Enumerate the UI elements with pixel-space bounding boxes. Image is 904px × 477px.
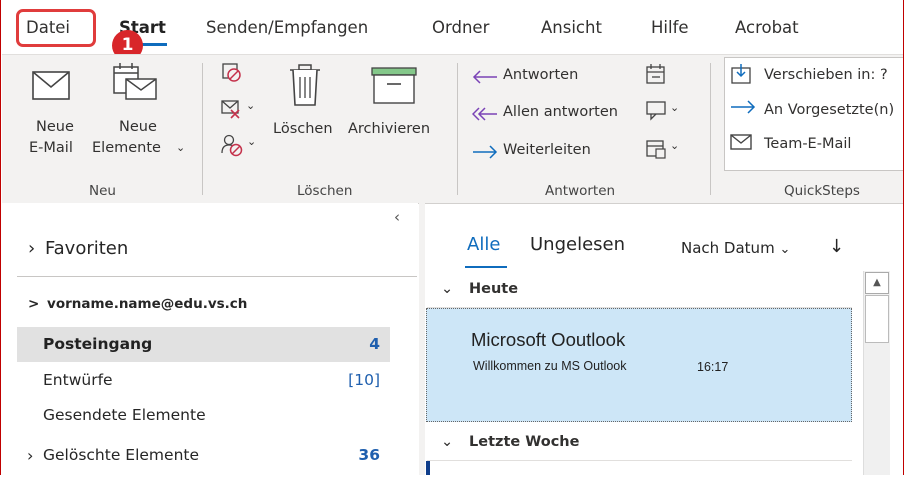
tab-hilfe[interactable]: Hilfe [651, 18, 689, 37]
junk-icon[interactable] [220, 133, 244, 157]
reply-button[interactable]: Antworten [472, 67, 622, 91]
delete-button[interactable]: Löschen [273, 121, 333, 137]
envelope-icon [730, 134, 752, 150]
account-label: vorname.name@edu.vs.ch [47, 296, 248, 312]
sort-dropdown[interactable]: Nach Datum ⌄ [681, 239, 790, 257]
reply-all-arrow-icon [472, 107, 497, 121]
separator [202, 63, 203, 195]
group-header-today[interactable]: ⌄ Heute [427, 272, 852, 308]
sort-label: Nach Datum [681, 239, 775, 257]
chevron-down-icon[interactable]: ⌄ [670, 101, 679, 114]
im-reply-icon[interactable] [645, 99, 667, 121]
more-respond-icon[interactable] [645, 137, 667, 159]
group-label-quicksteps: QuickSteps [784, 183, 860, 199]
reply-all-label: Allen antworten [503, 104, 618, 120]
chevron-down-icon[interactable]: ⌄ [247, 135, 256, 148]
quickstep-team[interactable]: Team-E-Mail [728, 132, 903, 158]
pane-splitter[interactable] [419, 203, 425, 475]
forward-arrow-icon [473, 145, 498, 159]
chevron-down-icon[interactable]: ⌄ [670, 139, 679, 152]
archive-button[interactable]: Archivieren [348, 121, 430, 137]
chevron-right-icon: › [27, 446, 34, 465]
quickstep-move-label: Verschieben in: ? [764, 67, 888, 83]
new-items-label-1: Neue [119, 119, 157, 135]
filter-all[interactable]: Alle [467, 234, 500, 255]
sort-direction-arrow-icon[interactable]: ↓ [829, 236, 844, 257]
new-items-icon[interactable] [112, 61, 160, 101]
ignore-icon[interactable] [220, 61, 242, 83]
trash-icon[interactable] [287, 63, 323, 107]
unread-indicator [426, 461, 430, 475]
new-email-label-2: E-Mail [29, 140, 73, 156]
favorites-header[interactable]: › Favoriten [28, 238, 128, 259]
folder-name: Posteingang [43, 335, 153, 353]
ribbon: Neue E-Mail Neue Elemente ⌄ Neu ⌄ ⌄ Lösc… [2, 54, 903, 204]
quickstep-team-label: Team-E-Mail [764, 136, 852, 152]
chevron-down-icon[interactable]: ⌄ [246, 99, 255, 112]
scrollbar[interactable]: ▲ [863, 271, 890, 475]
group-label-new: Neu [89, 183, 116, 199]
envelope-icon [32, 71, 70, 100]
chevron-down-icon[interactable]: ⌄ [176, 141, 185, 154]
tab-acrobat[interactable]: Acrobat [735, 18, 799, 37]
quickstep-manager-label: An Vorgesetzte(n) [764, 102, 895, 118]
reply-arrow-icon [472, 70, 497, 84]
group-label-delete: Löschen [297, 183, 353, 199]
chevron-down-icon: ⌄ [441, 281, 454, 297]
folder-name: Gelöschte Elemente [43, 446, 200, 464]
meeting-icon[interactable] [645, 63, 667, 85]
group-header-last-week[interactable]: ⌄ Letzte Woche [427, 425, 852, 461]
separator [457, 63, 458, 195]
collapse-pane-icon[interactable]: ‹ [394, 208, 400, 226]
tab-ordner[interactable]: Ordner [432, 18, 489, 37]
divider [17, 276, 417, 277]
mail-sender: Microsoft Ooutlook [471, 329, 626, 350]
unread-count: 4 [369, 335, 380, 353]
cleanup-icon[interactable] [220, 97, 242, 119]
folder-inbox[interactable]: Posteingang 4 [17, 327, 390, 362]
favorites-label: Favoriten [44, 238, 129, 259]
new-email-label-1: Neue [36, 119, 74, 135]
move-to-folder-icon [731, 64, 751, 84]
folder-name: Gesendete Elemente [43, 406, 206, 424]
group-label-today: Heute [469, 281, 519, 297]
chevron-right-icon: › [28, 238, 36, 259]
folder-deleted[interactable]: › Gelöschte Elemente 36 [17, 438, 390, 473]
separator [710, 63, 711, 195]
group-label-last-week: Letzte Woche [469, 434, 580, 450]
forward-arrow-icon [731, 100, 756, 114]
archive-icon[interactable] [371, 67, 417, 105]
chevron-down-icon: ⌄ [441, 434, 454, 450]
folder-drafts[interactable]: Entwürfe [10] [17, 363, 390, 398]
quickstep-manager[interactable]: An Vorgesetzte(n) [728, 98, 903, 124]
account-header[interactable]: > vorname.name@edu.vs.ch [28, 296, 247, 312]
outlook-window: Datei Start Senden/Empfangen Ordner Ansi… [0, 0, 904, 475]
filter-unread[interactable]: Ungelesen [530, 234, 625, 255]
tab-senden-empfangen[interactable]: Senden/Empfangen [206, 18, 368, 37]
mail-preview: Willkommen zu MS Outlook [473, 359, 627, 373]
chevron-down-icon: ⌄ [779, 242, 791, 257]
draft-count: [10] [348, 371, 380, 389]
mail-item-selected[interactable]: Microsoft Ooutlook Willkommen zu MS Outl… [426, 308, 852, 422]
new-items-label-2[interactable]: Elemente [92, 140, 161, 156]
scroll-up-arrow-icon[interactable]: ▲ [865, 272, 889, 294]
chevron-right-icon: > [28, 296, 40, 312]
folder-sent[interactable]: Gesendete Elemente [17, 398, 390, 433]
folder-name: Entwürfe [43, 371, 113, 389]
mail-time: 16:17 [697, 360, 729, 374]
forward-label: Weiterleiten [503, 142, 591, 158]
reply-all-button[interactable]: Allen antworten [472, 104, 637, 128]
unread-count: 36 [358, 446, 380, 464]
scroll-thumb[interactable] [865, 295, 889, 343]
tab-ansicht[interactable]: Ansicht [541, 18, 602, 37]
datei-highlight-box [16, 9, 96, 47]
filter-underline [465, 266, 507, 268]
forward-button[interactable]: Weiterleiten [472, 142, 622, 166]
group-label-respond: Antworten [545, 183, 616, 199]
reply-label: Antworten [503, 67, 579, 83]
quickstep-move[interactable]: Verschieben in: ? [728, 63, 903, 89]
